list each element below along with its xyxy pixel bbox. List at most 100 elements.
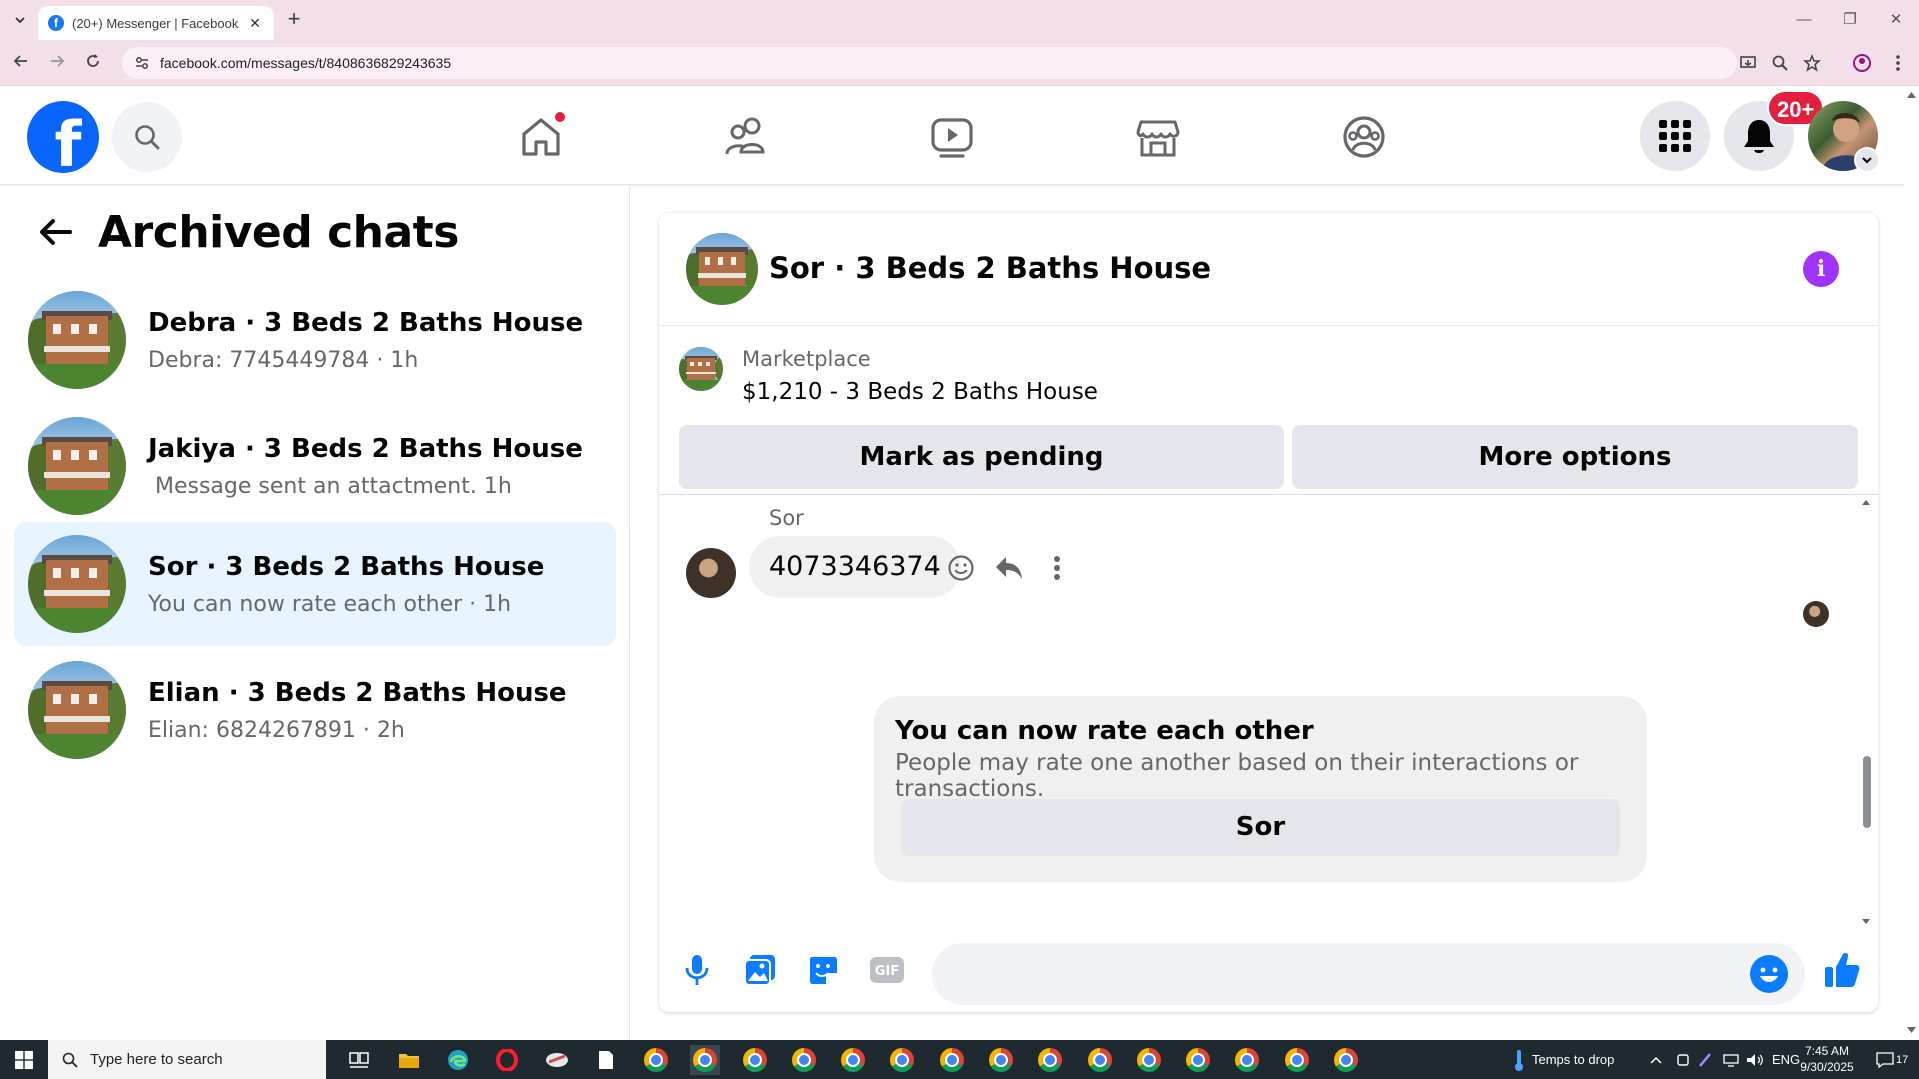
react-button[interactable]	[945, 552, 977, 584]
message-more-button[interactable]	[1041, 552, 1073, 584]
zoom-button[interactable]	[1767, 50, 1793, 76]
restore-button[interactable]: ❐	[1830, 6, 1870, 34]
weather-text[interactable]: Temps to drop	[1532, 1040, 1614, 1079]
chrome-app[interactable]	[789, 1045, 819, 1075]
account-menu-chevron[interactable]	[1854, 147, 1880, 173]
omnibox[interactable]: facebook.com/messages/t/8408636829243635	[122, 47, 1737, 79]
chat-list-item[interactable]: Elian · 3 Beds 2 Baths House Elian: 6824…	[14, 648, 616, 772]
chat-title: Debra · 3 Beds 2 Baths House	[148, 307, 584, 338]
address-toolbar: facebook.com/messages/t/8408636829243635	[0, 40, 1919, 86]
message-input[interactable]	[932, 943, 1805, 1005]
facebook-logo[interactable]: f	[27, 101, 99, 173]
gif-button[interactable]: GIF	[865, 948, 909, 992]
sticker-button[interactable]	[801, 948, 845, 992]
search-icon	[135, 125, 160, 150]
facebook-search-button[interactable]	[112, 102, 182, 172]
opera-app[interactable]	[492, 1045, 522, 1075]
chrome-app[interactable]	[1035, 1045, 1065, 1075]
profile-button[interactable]	[1849, 50, 1875, 76]
taskbar-search[interactable]: Type here to search	[48, 1040, 326, 1079]
emoji-picker-button[interactable]	[1750, 955, 1788, 993]
sender-avatar[interactable]	[686, 548, 736, 598]
message-scrollbar[interactable]	[1859, 496, 1873, 928]
app-icon[interactable]	[542, 1045, 572, 1075]
system-clock[interactable]: 7:45 AM 9/30/2025	[1792, 1043, 1862, 1075]
scroll-up-arrow-icon[interactable]	[1861, 498, 1871, 506]
message-list[interactable]: Sor 4073346374 You can now rate each oth…	[659, 496, 1878, 928]
notepad-app[interactable]	[591, 1045, 621, 1075]
install-app-button[interactable]	[1735, 50, 1761, 76]
arrow-right-icon	[51, 55, 65, 67]
nav-marketplace[interactable]	[1124, 103, 1192, 171]
site-settings-icon[interactable]	[134, 55, 150, 71]
minimize-button[interactable]: —	[1784, 6, 1824, 34]
chrome-app[interactable]	[1183, 1045, 1213, 1075]
chrome-app[interactable]	[986, 1045, 1016, 1075]
pen-tray-icon[interactable]	[1698, 1040, 1714, 1079]
chrome-app[interactable]	[641, 1045, 671, 1075]
chrome-app[interactable]	[887, 1045, 917, 1075]
nav-friends[interactable]	[713, 103, 781, 171]
forward-button[interactable]	[44, 50, 70, 76]
page-scrollbar[interactable]	[1904, 87, 1919, 1040]
chrome-app-active[interactable]	[690, 1045, 720, 1075]
tray-overflow-button[interactable]	[1650, 1040, 1662, 1079]
marketplace-listing-bar: Marketplace $1,210 - 3 Beds 2 Baths Hous…	[659, 327, 1878, 495]
weather-widget[interactable]	[1504, 1045, 1534, 1075]
chrome-app[interactable]	[1085, 1045, 1115, 1075]
kebab-menu-icon	[1896, 55, 1900, 71]
chrome-app[interactable]	[740, 1045, 770, 1075]
listing-title[interactable]: $1,210 - 3 Beds 2 Baths House	[742, 379, 1098, 405]
scroll-down-arrow-icon[interactable]	[1907, 1027, 1916, 1034]
reload-button[interactable]	[80, 50, 106, 76]
mark-as-pending-button[interactable]: Mark as pending	[679, 425, 1284, 489]
menu-button[interactable]	[1640, 101, 1710, 171]
nav-home[interactable]	[507, 103, 575, 171]
bookmark-button[interactable]	[1799, 50, 1825, 76]
chrome-app[interactable]	[838, 1045, 868, 1075]
back-button[interactable]	[8, 50, 34, 76]
tray-app-icon[interactable]	[1676, 1040, 1690, 1079]
image-icon	[744, 955, 775, 986]
close-window-button[interactable]: ✕	[1876, 6, 1916, 34]
new-tab-button[interactable]: +	[282, 8, 306, 32]
nav-groups[interactable]	[1330, 103, 1398, 171]
close-tab-button[interactable]: ✕	[246, 15, 264, 32]
conversation-title[interactable]: Sor · 3 Beds 2 Baths House	[769, 251, 1211, 285]
chat-list-item[interactable]: Jakiya · 3 Beds 2 Baths House Message se…	[14, 404, 616, 528]
voice-clip-button[interactable]	[675, 948, 719, 992]
edge-app[interactable]	[443, 1045, 473, 1075]
chat-list-item[interactable]: Debra · 3 Beds 2 Baths House Debra: 7745…	[14, 278, 616, 402]
scroll-down-arrow-icon[interactable]	[1861, 918, 1871, 926]
nav-video[interactable]	[918, 103, 986, 171]
browser-menu-button[interactable]	[1885, 50, 1911, 76]
marketplace-label: Marketplace	[742, 347, 871, 371]
scroll-up-arrow-icon[interactable]	[1907, 91, 1916, 98]
network-icon[interactable]	[1722, 1040, 1740, 1079]
attach-media-button[interactable]	[738, 948, 782, 992]
chrome-app[interactable]	[937, 1045, 967, 1075]
rate-user-button[interactable]: Sor	[901, 799, 1620, 856]
message-scrollbar-thumb[interactable]	[1863, 756, 1871, 828]
volume-icon[interactable]	[1746, 1040, 1764, 1079]
listing-thumbnail[interactable]	[679, 347, 723, 391]
tab-search-button[interactable]	[8, 8, 32, 32]
browser-tab[interactable]: f (20+) Messenger | Facebook ✕	[38, 6, 274, 40]
chrome-app[interactable]	[1282, 1045, 1312, 1075]
start-button[interactable]	[0, 1040, 48, 1079]
chrome-app[interactable]	[1331, 1045, 1361, 1075]
reply-button[interactable]	[993, 552, 1025, 584]
back-to-chats-button[interactable]	[30, 207, 80, 257]
message-bubble[interactable]: 4073346374	[749, 536, 961, 598]
chat-list-item-active[interactable]: Sor · 3 Beds 2 Baths House You can now r…	[14, 522, 616, 646]
file-explorer-app[interactable]	[394, 1045, 424, 1075]
conversation-thumbnail[interactable]	[686, 233, 758, 305]
listing-thumbnail	[28, 291, 126, 389]
task-view-button[interactable]	[344, 1045, 374, 1075]
notification-center-button[interactable]: 17	[1876, 1040, 1908, 1079]
chrome-app[interactable]	[1134, 1045, 1164, 1075]
chrome-app[interactable]	[1232, 1045, 1262, 1075]
conversation-info-button[interactable]: i	[1803, 251, 1839, 287]
like-button[interactable]	[1820, 948, 1864, 992]
more-options-button[interactable]: More options	[1292, 425, 1858, 489]
